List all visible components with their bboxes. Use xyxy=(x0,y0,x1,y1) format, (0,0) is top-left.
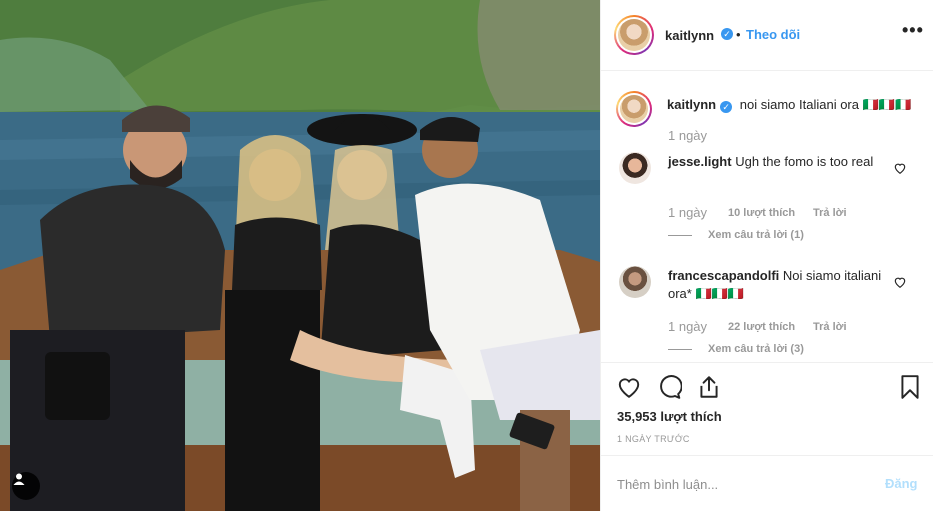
comment-text: Ugh the fomo is too real xyxy=(735,154,874,169)
post-side-panel: kaitlynn ✓ • Theo dõi ••• kaitlynn ✓ noi … xyxy=(600,0,933,511)
verified-icon: ✓ xyxy=(721,28,733,40)
view-replies-label: Xem câu trả lời (3) xyxy=(708,343,804,355)
bookmark-icon[interactable] xyxy=(897,374,923,400)
caption-time[interactable]: 1 ngày xyxy=(668,128,707,143)
follow-button[interactable]: Theo dõi xyxy=(746,27,800,42)
comment-avatar[interactable] xyxy=(619,266,651,298)
likes-count[interactable]: 35,953 lượt thích xyxy=(617,409,722,424)
post-actions: 35,953 lượt thích 1 NGÀY TRƯỚC Đăng xyxy=(601,362,933,511)
comment-likes-count[interactable]: 10 lượt thích xyxy=(728,207,795,219)
verified-icon: ✓ xyxy=(720,101,733,113)
comment-time[interactable]: 1 ngày xyxy=(668,319,707,334)
add-comment-bar: Đăng xyxy=(601,455,933,511)
caption-avatar[interactable] xyxy=(616,91,652,127)
comments-list[interactable]: kaitlynn ✓ noi siamo Italiani ora 🇮🇹🇮🇹🇮🇹 … xyxy=(601,72,933,362)
header-separator: • xyxy=(736,27,741,42)
comment-reply-button[interactable]: Trả lời xyxy=(813,321,847,333)
comment-like-heart-icon[interactable] xyxy=(893,275,907,289)
photo-illustration xyxy=(0,0,600,511)
comment-body: jesse.light Ugh the fomo is too real xyxy=(668,153,893,171)
share-icon[interactable] xyxy=(696,374,722,400)
view-replies-line xyxy=(668,234,692,236)
comment-likes-count[interactable]: 22 lượt thích xyxy=(728,321,795,333)
heart-icon[interactable] xyxy=(616,374,642,400)
comment-username[interactable]: jesse.light xyxy=(668,154,732,169)
post-photo[interactable] xyxy=(0,0,600,511)
caption-username[interactable]: kaitlynn xyxy=(667,97,716,112)
caption: kaitlynn ✓ noi siamo Italiani ora 🇮🇹🇮🇹🇮🇹 xyxy=(667,96,917,114)
comment-like-heart-icon[interactable] xyxy=(893,161,907,175)
comment-username[interactable]: francescapandolfi xyxy=(668,268,779,283)
post-date[interactable]: 1 NGÀY TRƯỚC xyxy=(617,434,690,444)
comment-time[interactable]: 1 ngày xyxy=(668,205,707,220)
user-tag-button[interactable] xyxy=(12,472,40,500)
post-comment-button[interactable]: Đăng xyxy=(885,476,918,491)
caption-text: noi siamo Italiani ora 🇮🇹🇮🇹🇮🇹 xyxy=(739,97,912,112)
user-tag-icon xyxy=(13,473,25,485)
comment-body: francescapandolfi Noi siamo italiani ora… xyxy=(668,267,893,303)
author-avatar[interactable] xyxy=(614,15,654,55)
more-icon[interactable]: ••• xyxy=(902,20,924,41)
author-username[interactable]: kaitlynn xyxy=(665,28,714,43)
comment-reply-button[interactable]: Trả lời xyxy=(813,207,847,219)
view-replies-label: Xem câu trả lời (1) xyxy=(708,229,804,241)
comment-icon[interactable] xyxy=(656,374,682,400)
comment-avatar[interactable] xyxy=(619,152,651,184)
view-replies-button[interactable]: Xem câu trả lời (1) xyxy=(668,229,804,241)
comment-input[interactable] xyxy=(617,474,857,494)
view-replies-button[interactable]: Xem câu trả lời (3) xyxy=(668,343,804,355)
post-header: kaitlynn ✓ • Theo dõi ••• xyxy=(601,0,933,71)
view-replies-line xyxy=(668,348,692,350)
